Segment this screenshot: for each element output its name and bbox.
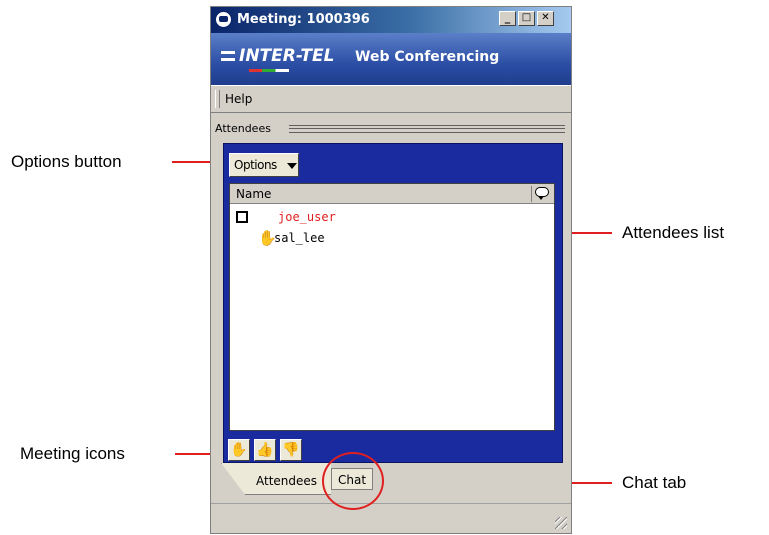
tab-attendees-label: Attendees <box>256 474 318 488</box>
raise-hand-icon[interactable]: ✋ <box>228 439 250 461</box>
title-bar: Meeting: 1000396 _ □ ✕ <box>211 7 571 33</box>
close-button[interactable]: ✕ <box>537 11 554 26</box>
attendees-panel-label: Attendees <box>215 122 271 135</box>
options-button-label: Options <box>234 158 277 172</box>
chat-bubble-icon <box>535 187 549 200</box>
list-item[interactable]: joe_user <box>230 208 554 228</box>
presenter-checkbox[interactable] <box>236 211 248 223</box>
status-bar <box>211 503 571 533</box>
callout-meeting-icons: Meeting icons <box>20 444 125 463</box>
list-header: Name <box>230 184 554 204</box>
logo-underline <box>249 69 289 72</box>
company-logo: INTER-TEL <box>239 46 335 66</box>
product-banner: INTER-TEL Web Conferencing <box>211 33 571 85</box>
maximize-button[interactable]: □ <box>518 11 535 26</box>
thumbs-up-icon[interactable]: 👍 <box>254 439 276 461</box>
attendee-name: sal_lee <box>274 231 325 245</box>
tab-attendees[interactable]: Attendees <box>221 463 331 495</box>
window-title: Meeting: 1000396 <box>237 12 370 27</box>
product-name: Web Conferencing <box>355 49 500 65</box>
list-item[interactable]: ✋ sal_lee <box>230 229 554 249</box>
panel-divider <box>289 125 565 133</box>
column-separator <box>531 186 532 202</box>
attendees-list[interactable]: Name joe_user ✋ sal_lee <box>229 183 555 431</box>
meeting-app-icon <box>215 11 232 28</box>
chat-tab-highlight-ring <box>322 452 384 510</box>
menubar-grip <box>215 90 220 108</box>
callout-attendees-list: Attendees list <box>622 223 725 242</box>
tab-strip: Attendees Chat <box>211 463 571 501</box>
attendee-name: joe_user <box>278 210 336 224</box>
callout-chat-tab: Chat tab <box>622 473 687 492</box>
column-name-header[interactable]: Name <box>236 187 271 201</box>
menu-help[interactable]: Help <box>225 92 252 106</box>
resize-grip-icon[interactable] <box>555 517 567 529</box>
menu-bar: Help <box>211 85 571 113</box>
thumbs-down-icon[interactable]: 👎 <box>280 439 302 461</box>
callout-options-button: Options button <box>11 152 122 171</box>
meeting-window: Meeting: 1000396 _ □ ✕ INTER-TEL Web Con… <box>210 6 572 534</box>
minimize-button[interactable]: _ <box>499 11 516 26</box>
intertel-logo-icon <box>221 51 235 61</box>
options-button[interactable]: Options <box>229 153 299 177</box>
chevron-down-icon <box>287 163 297 169</box>
